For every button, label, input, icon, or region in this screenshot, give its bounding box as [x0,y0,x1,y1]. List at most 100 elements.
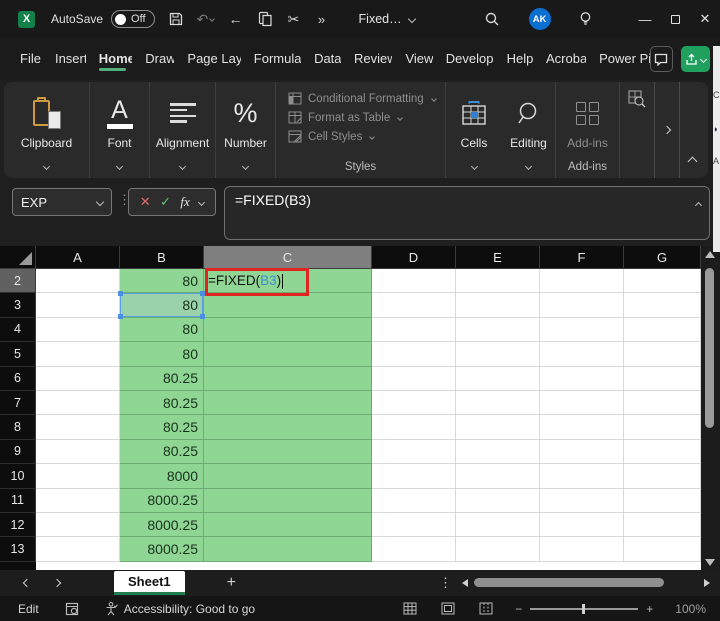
number-group[interactable]: % Number [216,82,276,178]
tab-draw[interactable]: Draw [139,45,174,74]
cell[interactable]: 80 [120,317,204,343]
name-box[interactable]: EXP [12,188,112,216]
cell[interactable] [540,366,624,391]
collapse-ribbon-icon[interactable] [687,152,698,170]
column-header-f[interactable]: F [540,246,624,269]
cell[interactable] [372,464,456,489]
row-header[interactable]: 8 [0,415,36,440]
confirm-entry-icon[interactable]: ✓ [160,194,171,210]
cell[interactable]: 8000 [120,464,204,489]
cell[interactable] [456,464,540,489]
sheet-options-icon[interactable]: ⋮ [439,575,452,591]
ribbon-more-button[interactable] [654,82,680,178]
prev-sheet-icon[interactable] [12,578,42,588]
cell[interactable]: 80.25 [120,366,204,391]
scroll-left-icon[interactable] [462,579,468,587]
row-header[interactable]: 10 [0,464,36,489]
cell[interactable] [372,390,456,416]
page-layout-view-icon[interactable] [441,602,455,615]
scroll-down-icon[interactable] [705,559,715,566]
maximize-button[interactable] [660,4,690,34]
scroll-right-icon[interactable] [704,579,710,587]
cell[interactable] [372,439,456,465]
undo-icon[interactable]: ↶ [195,8,217,30]
cell[interactable]: 80.25 [120,439,204,465]
close-button[interactable]: ✕ [690,4,720,34]
cell[interactable] [372,488,456,513]
cell[interactable] [204,512,372,538]
selection-handle[interactable] [200,313,205,319]
get-addins-icon[interactable] [628,90,646,113]
comments-button[interactable] [649,46,674,72]
copy-icon[interactable] [255,8,277,30]
cell[interactable] [204,390,372,416]
cell[interactable] [372,293,456,318]
selection-handle[interactable] [118,291,123,297]
cell[interactable] [36,317,120,343]
avatar[interactable]: AK [528,8,551,30]
cell[interactable] [624,537,701,562]
cell[interactable] [540,293,624,318]
row-header[interactable]: 9 [0,439,36,465]
cell[interactable] [372,342,456,367]
cell[interactable] [624,269,701,294]
cell[interactable] [540,269,624,294]
cell[interactable] [36,269,120,294]
font-group[interactable]: A Font [90,82,150,178]
column-header-a[interactable]: A [36,246,120,269]
cell[interactable] [372,317,456,343]
cell[interactable] [36,439,120,465]
conditional-formatting-button[interactable]: Conditional Formatting [288,92,437,105]
column-header-e[interactable]: E [456,246,540,269]
cell[interactable] [624,293,701,318]
tab-insert[interactable]: Insert [49,45,86,74]
cell[interactable] [624,342,701,367]
cell[interactable] [540,415,624,440]
tab-page-layout[interactable]: Page Layo [181,45,240,74]
cell-c2-active[interactable]: =FIXED(B3) [204,269,372,294]
cell[interactable] [456,269,540,294]
cell[interactable] [36,293,120,318]
cell[interactable] [36,390,120,416]
cell[interactable] [624,488,701,513]
save-icon[interactable] [165,8,187,30]
cell[interactable] [456,390,540,416]
zoom-in-icon[interactable]: + [646,602,653,616]
cell[interactable] [204,317,372,343]
cell[interactable]: 8000.25 [120,537,204,562]
cell[interactable] [624,317,701,343]
cancel-entry-icon[interactable]: ✕ [140,194,151,210]
cell[interactable] [540,390,624,416]
cell[interactable] [36,537,120,562]
tab-power-pivot[interactable]: Power Piv [593,45,650,74]
cell[interactable] [540,439,624,465]
back-arrow-icon[interactable]: ← [225,8,247,30]
selection-handle[interactable] [118,313,123,319]
cell[interactable] [624,366,701,391]
column-header-b[interactable]: B [120,246,204,269]
format-as-table-button[interactable]: Format as Table [288,111,404,124]
cell[interactable] [624,390,701,416]
cell[interactable] [540,317,624,343]
alignment-group[interactable]: Alignment [150,82,216,178]
cell[interactable] [456,293,540,318]
lightbulb-icon[interactable] [575,8,597,30]
autosave-toggle[interactable]: Off [111,10,155,28]
select-all-button[interactable] [0,246,36,269]
formula-bar-input[interactable]: =FIXED(B3) [224,186,710,240]
document-title[interactable]: Fixed… [359,12,416,26]
insert-function-icon[interactable]: fx [180,194,189,210]
sheet-tab-sheet1[interactable]: Sheet1 [114,571,185,595]
cell[interactable] [372,512,456,538]
tab-formulas[interactable]: Formulas [248,45,301,74]
cell[interactable] [456,415,540,440]
cell[interactable] [624,512,701,538]
row-header[interactable]: 6 [0,366,36,391]
cell[interactable] [204,293,372,318]
cell[interactable] [204,537,372,562]
cell[interactable] [456,366,540,391]
collapse-formula-bar-icon[interactable] [694,195,703,211]
cell[interactable]: 8000.25 [120,488,204,513]
row-header[interactable]: 7 [0,390,36,416]
share-button[interactable] [681,46,710,72]
